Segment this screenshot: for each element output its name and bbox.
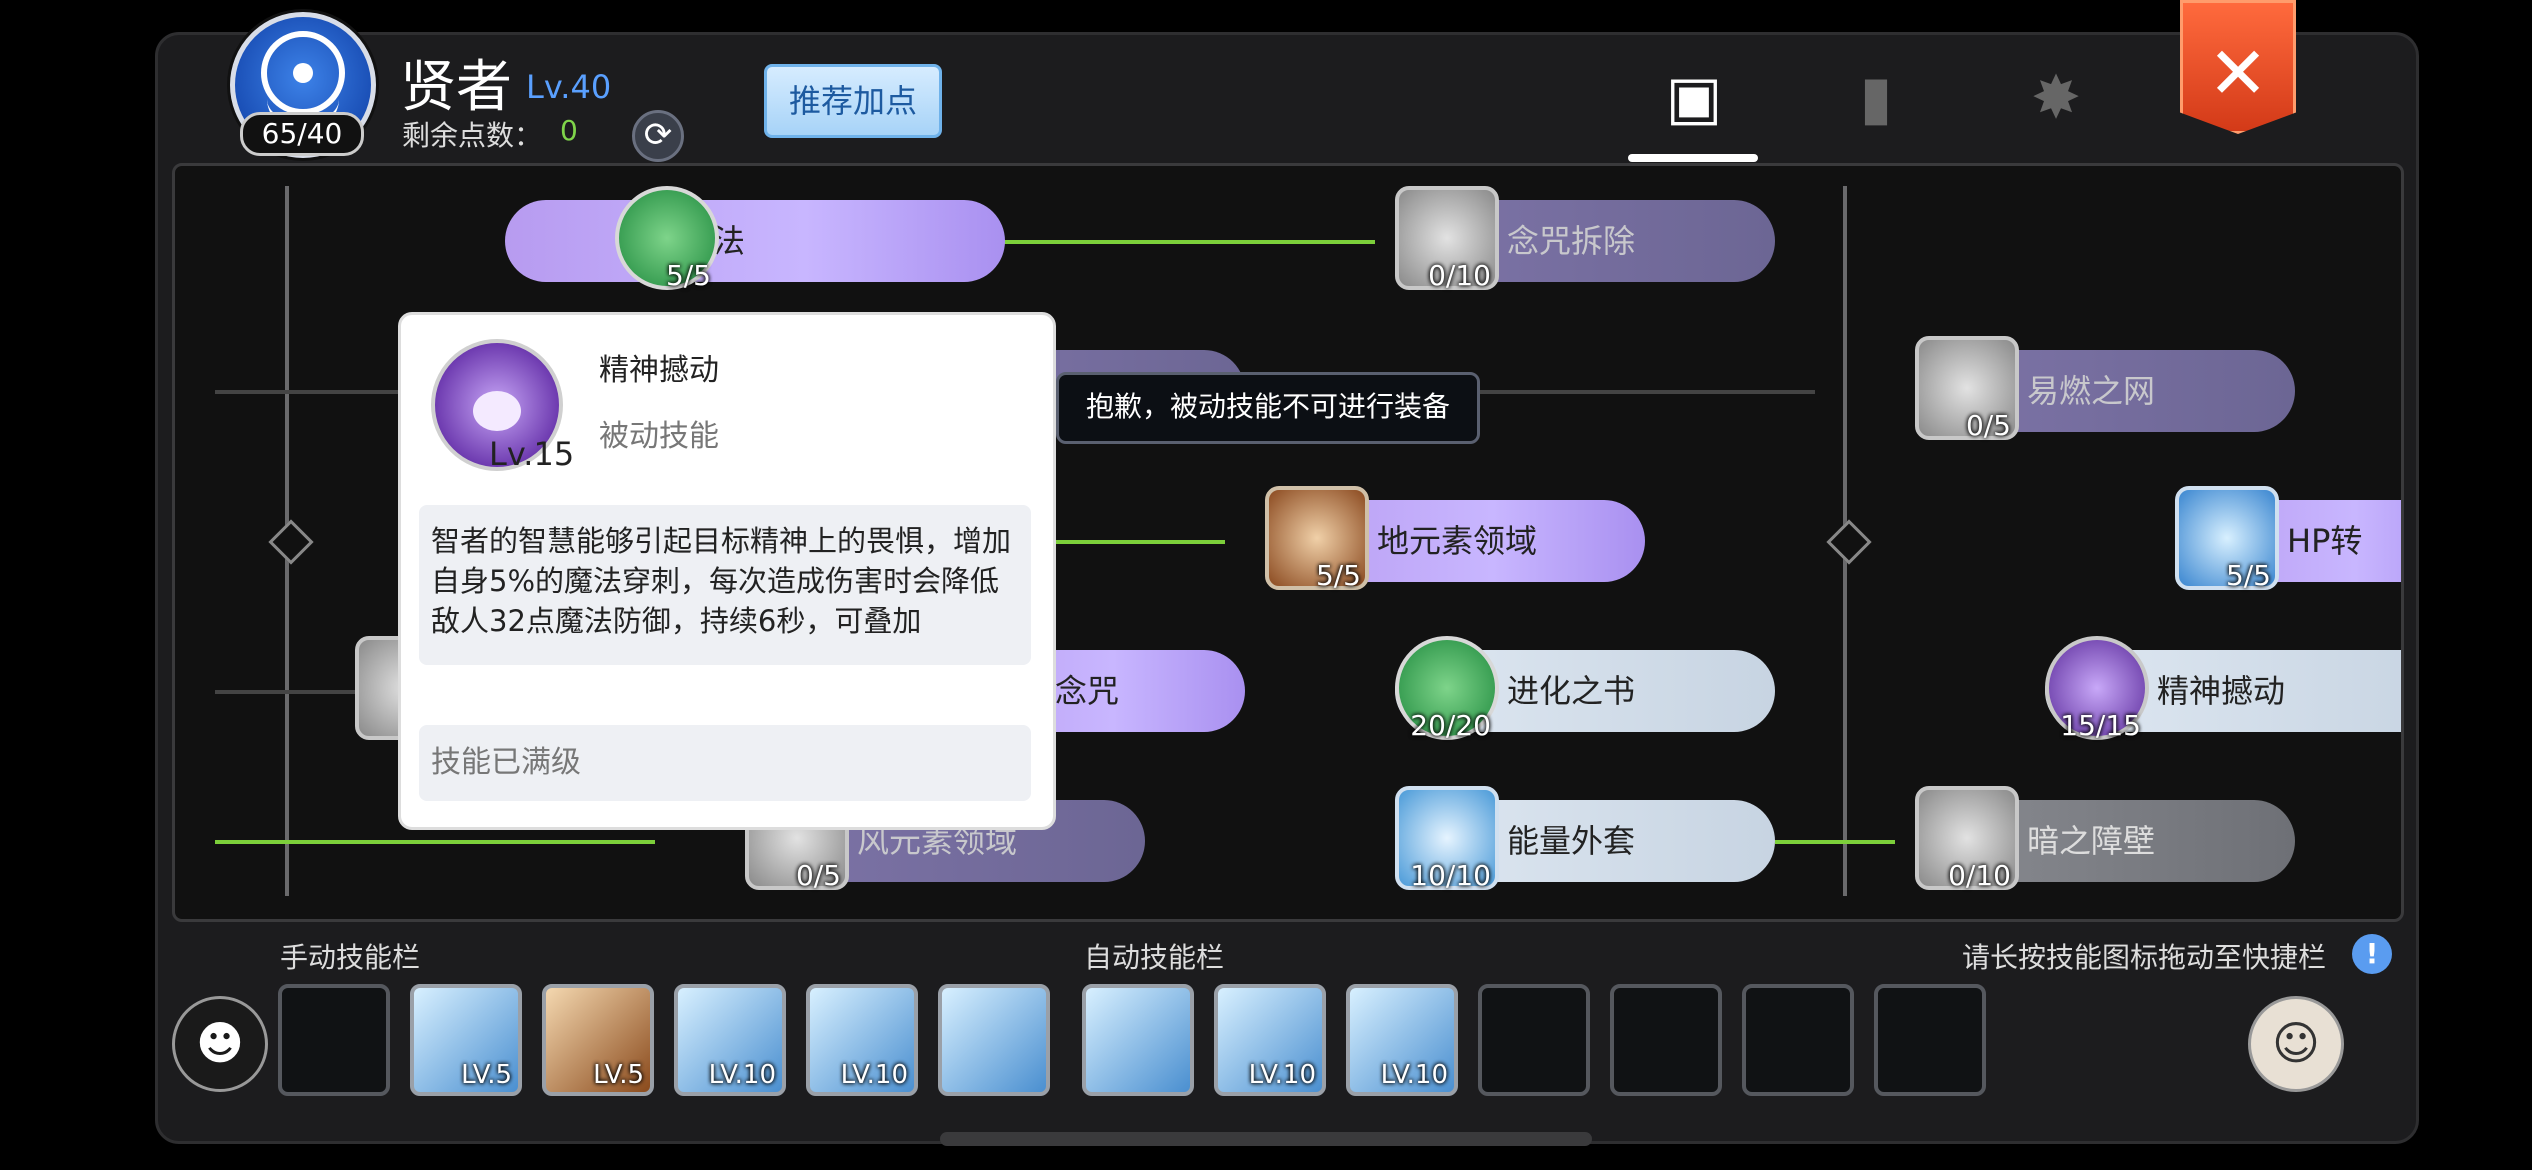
skill-level: 10/10	[1410, 859, 1491, 892]
skill-level: 5/5	[1315, 559, 1361, 592]
mind-shock-icon[interactable]: 15/15	[2045, 636, 2149, 742]
class-level: Lv.40	[526, 68, 612, 106]
drag-hint: 请长按技能图标拖动至快捷栏	[1962, 941, 2327, 974]
skill-name: 能量外套	[1507, 822, 1636, 860]
earth-field-icon[interactable]: 5/5	[1265, 486, 1369, 592]
skill-link	[215, 840, 655, 844]
skill-name: 精神撼动	[2157, 672, 2286, 710]
auto-skill-bar-label: 自动技能栏	[1084, 941, 1225, 974]
tooltip-description: 智者的智慧能够引起目标精神上的畏惧，增加自身5%的魔法穿刺，每次造成伤害时会降低…	[419, 505, 1031, 665]
toast-message: 抱歉，被动技能不可进行装备	[1056, 372, 1480, 444]
slot-level: LV.10	[1248, 1060, 1316, 1090]
tooltip-skill-name: 精神撼动	[599, 353, 719, 388]
tab-book-icon[interactable]: ▮	[1838, 60, 1914, 136]
skill-name: 易燃之网	[2027, 372, 2156, 410]
avatar-count-badge: 65/40	[240, 112, 364, 156]
skill-name: 暗之障壁	[2027, 822, 2156, 860]
auto-slot[interactable]	[1082, 984, 1194, 1096]
free-cast-icon[interactable]: 5/5	[615, 186, 719, 292]
skill-link	[995, 240, 1375, 244]
hp-convert-icon[interactable]: 5/5	[2175, 486, 2279, 592]
dispel-icon[interactable]: 0/10	[1395, 186, 1499, 292]
skill-name: 地元素领域	[1377, 522, 1538, 560]
skill-level: 5/5	[2225, 559, 2271, 592]
manual-slot[interactable]	[278, 984, 390, 1096]
slot-level: LV.10	[1380, 1060, 1448, 1090]
skill-level: 5/5	[665, 259, 711, 292]
skill-level: 0/10	[1428, 259, 1491, 292]
manual-slot[interactable]	[938, 984, 1050, 1096]
skill-level: 0/5	[1965, 409, 2011, 442]
skill-level: 20/20	[1410, 709, 1491, 742]
evolution-book-icon[interactable]: 20/20	[1395, 636, 1499, 742]
skill-node-free-cast[interactable]: 自由施法	[505, 200, 1005, 282]
slot-level: LV.10	[708, 1060, 776, 1090]
recommend-points-button[interactable]: 推荐加点	[764, 64, 942, 138]
energy-coat-icon[interactable]: 10/10	[1395, 786, 1499, 892]
remaining-points-value: 0	[560, 114, 578, 147]
auto-slot[interactable]	[1610, 984, 1722, 1096]
cat-pet-icon[interactable]: ☺	[2248, 996, 2344, 1092]
tooltip-level: Lv.15	[489, 435, 575, 473]
auto-slot[interactable]: LV.10	[1214, 984, 1326, 1096]
skill-level: 0/10	[1948, 859, 2011, 892]
manual-skill-bar-label: 手动技能栏	[280, 941, 421, 974]
manual-slot[interactable]: LV.5	[542, 984, 654, 1096]
slot-level: LV.5	[593, 1060, 644, 1090]
manual-slot[interactable]: LV.5	[410, 984, 522, 1096]
skill-name: 念咒拆除	[1507, 222, 1636, 260]
manual-slot[interactable]: LV.10	[806, 984, 918, 1096]
remaining-points-label: 剩余点数：	[402, 119, 543, 152]
manual-slot[interactable]: LV.10	[674, 984, 786, 1096]
active-tab-indicator	[1628, 154, 1758, 162]
auto-slot[interactable]	[1874, 984, 1986, 1096]
skill-name: 进化之书	[1507, 672, 1636, 710]
cat-mascot-icon[interactable]: ☻	[172, 996, 268, 1092]
close-button[interactable]: ✕	[2180, 0, 2296, 134]
tooltip-status: 技能已满级	[419, 725, 1031, 801]
scrollbar[interactable]	[940, 1132, 1592, 1146]
auto-slot[interactable]	[1742, 984, 1854, 1096]
auto-slot[interactable]: LV.10	[1346, 984, 1458, 1096]
spider-web-icon[interactable]: 0/5	[1915, 336, 2019, 442]
auto-slot[interactable]	[1478, 984, 1590, 1096]
tooltip-skill-type: 被动技能	[599, 419, 719, 454]
divider-ornament	[1826, 519, 1872, 565]
divider-ornament	[268, 519, 314, 565]
dark-barrier-icon[interactable]: 0/10	[1915, 786, 2019, 892]
tab-emblem-icon[interactable]: ✸	[2018, 60, 2094, 136]
skill-tooltip: Lv.15 精神撼动 被动技能 智者的智慧能够引起目标精神上的畏惧，增加自身5%…	[398, 312, 1056, 830]
slot-level: LV.10	[840, 1060, 908, 1090]
skill-level: 15/15	[2060, 709, 2141, 742]
skill-level: 0/5	[795, 859, 841, 892]
skill-link	[1775, 840, 1895, 844]
reset-points-icon[interactable]: ⟳	[632, 110, 684, 162]
skill-name: 念咒	[1055, 672, 1120, 710]
class-name: 贤者	[400, 55, 512, 120]
avatar-dot	[293, 63, 313, 83]
skill-name: HP转	[2287, 522, 2363, 560]
slot-level: LV.5	[461, 1060, 512, 1090]
face-glyph	[473, 391, 521, 431]
tab-character-card-icon[interactable]: ▣	[1656, 60, 1732, 136]
info-icon[interactable]: !	[2352, 934, 2392, 974]
